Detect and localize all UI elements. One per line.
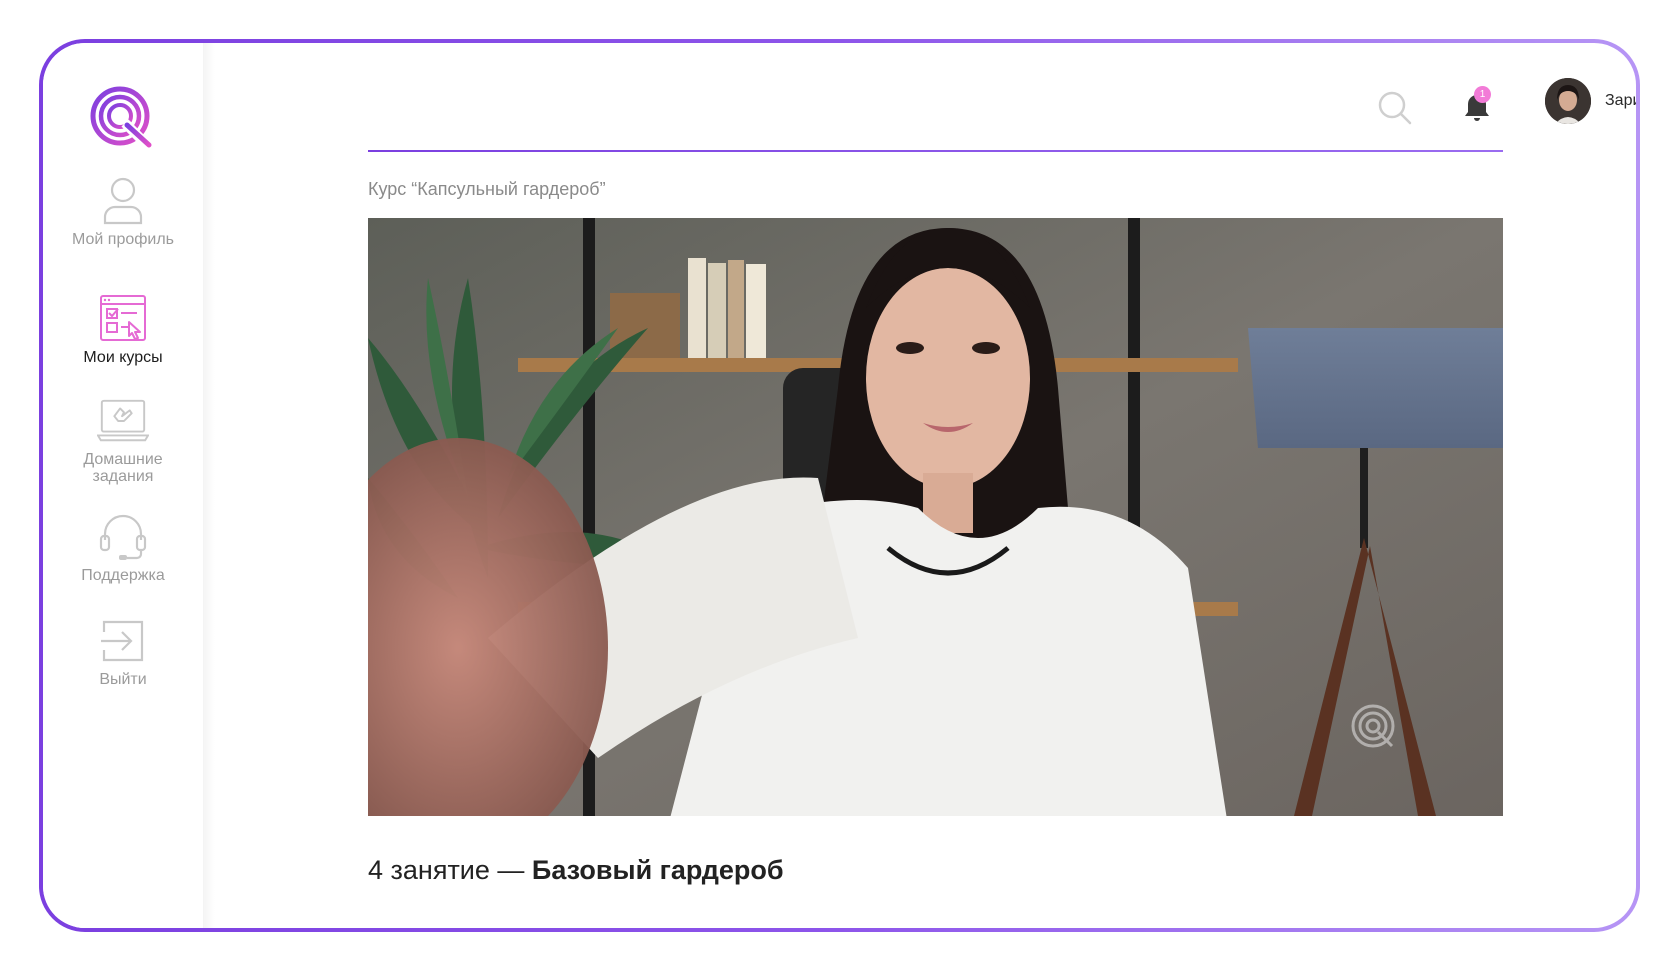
user-menu[interactable]: Зарина: [1545, 77, 1636, 125]
sidebar-item-logout[interactable]: Выйти: [43, 615, 203, 688]
sidebar-shadow: [203, 43, 215, 928]
user-name: Зарина: [1605, 92, 1636, 109]
logo-icon[interactable]: [89, 85, 155, 151]
sidebar-item-support[interactable]: Поддержка: [43, 511, 203, 584]
video-frame: [368, 218, 1503, 816]
sidebar-item-label: Выйти: [99, 671, 147, 688]
sidebar-item-label: Мой профиль: [71, 231, 175, 248]
sidebar-item-courses[interactable]: Мои курсы: [43, 293, 203, 366]
header-divider: [368, 150, 1503, 152]
sidebar-item-homework[interactable]: Домашние задания: [43, 395, 203, 485]
logout-icon: [97, 615, 149, 667]
user-icon: [97, 175, 149, 227]
breadcrumb: Курс “Капсульный гардероб”: [368, 179, 606, 199]
lesson-number: 4 занятие —: [368, 855, 532, 885]
notification-badge: 1: [1474, 86, 1491, 103]
app-window: Мой профиль Мои курсы Домашние задания П…: [39, 39, 1640, 932]
headset-icon: [97, 511, 149, 563]
sidebar-item-profile[interactable]: Мой профиль: [43, 175, 203, 248]
sidebar-item-label: Мои курсы: [83, 349, 163, 366]
sidebar-item-label: Поддержка: [81, 567, 165, 584]
homework-icon: [97, 395, 149, 447]
courses-icon: [97, 293, 149, 345]
lesson-title: 4 занятие — Базовый гардероб: [368, 855, 784, 886]
sidebar-item-label: Домашние задания: [83, 451, 163, 485]
video-player[interactable]: [368, 218, 1503, 816]
main-content: 1 Зарина Курс “Капсульный гардероб”: [215, 43, 1636, 928]
sidebar: Мой профиль Мои курсы Домашние задания П…: [43, 43, 203, 928]
avatar: [1545, 78, 1591, 124]
notifications-button[interactable]: 1: [1457, 86, 1497, 128]
search-icon[interactable]: [1375, 88, 1415, 128]
lesson-name: Базовый гардероб: [531, 855, 784, 885]
